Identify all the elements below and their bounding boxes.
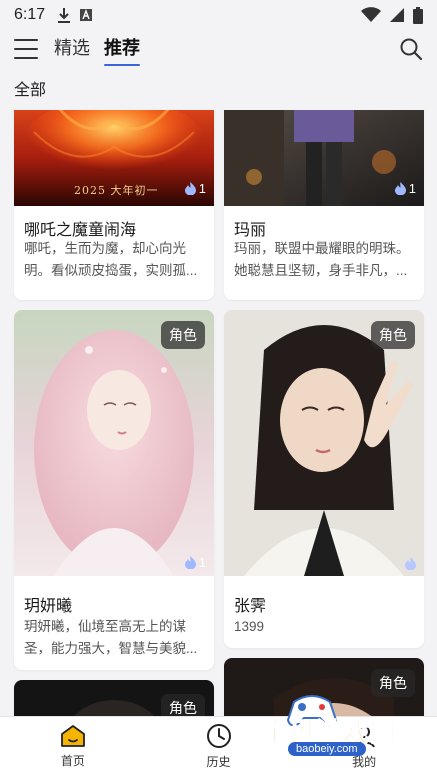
character-feed[interactable]: 2025 大年初一 1 哪吒之魔童闹海 哪吒，生而为魔，却心向光明。看似顽皮捣蛋… [0, 110, 437, 716]
nav-home[interactable]: 首页 [0, 717, 146, 776]
clock-icon [206, 724, 231, 748]
like-count: 1 [184, 555, 206, 570]
watermark-url: baobeiy.com [288, 742, 366, 756]
card-title: 玥妍曦 [24, 598, 73, 615]
character-card[interactable]: 1 玛丽 玛丽，联盟中最耀眼的明珠。她聪慧且坚韧，身手非凡，... [224, 110, 424, 300]
home-icon [60, 725, 85, 747]
card-title: 哪吒之魔童闹海 [24, 222, 137, 239]
role-badge: 角色 [161, 694, 205, 716]
character-card[interactable]: 角色 1 玥妍曦 玥妍曦，仙境至高无上的谋圣，能力强大，智慧与美貌... [14, 310, 214, 670]
card-title: 张霁 [234, 598, 267, 615]
status-bar: 6:17 [0, 0, 437, 30]
signal-icon [390, 8, 404, 22]
card-description: 1399 [234, 619, 265, 634]
role-badge: 角色 [371, 321, 415, 349]
flame-icon [405, 557, 416, 570]
flame-icon [184, 182, 196, 195]
card-title: 玛丽 [234, 222, 267, 239]
card-description: 哪吒，生而为魔，却心向光明。看似顽皮捣蛋，实则孤... [24, 241, 198, 278]
nav-history-label: 历史 [206, 755, 231, 769]
tab-recommended[interactable]: 推荐 [104, 34, 140, 66]
app-notification-icon [80, 9, 93, 21]
tab-bar: 精选 推荐 [54, 34, 140, 66]
battery-icon [413, 6, 423, 24]
status-time: 6:17 [14, 6, 46, 23]
flame-icon [394, 182, 406, 195]
tab-featured[interactable]: 精选 [54, 34, 90, 64]
like-count: 1 [184, 181, 206, 196]
top-nav: 精选 推荐 [0, 30, 437, 68]
card-description: 玛丽，联盟中最耀眼的明珠。她聪慧且坚韧，身手非凡，... [234, 241, 410, 278]
role-badge: 角色 [161, 321, 205, 349]
menu-button[interactable] [14, 39, 38, 59]
card-image [224, 310, 424, 576]
watermark: 宝贝游戏网 baobeiy.com [261, 692, 412, 762]
flame-icon [184, 556, 196, 569]
card-image [14, 310, 214, 576]
poster-text: 2025 大年初一 [74, 184, 159, 197]
card-description: 玥妍曦，仙境至高无上的谋圣，能力强大，智慧与美貌... [24, 619, 198, 656]
wifi-icon [361, 7, 381, 22]
character-card[interactable]: 2025 大年初一 1 哪吒之魔童闹海 哪吒，生而为魔，却心向光明。看似顽皮捣蛋… [14, 110, 214, 300]
download-icon [58, 8, 71, 23]
section-title: 全部 [14, 82, 47, 99]
character-card[interactable]: 角色 [14, 680, 214, 716]
nav-home-label: 首页 [60, 754, 85, 768]
search-icon[interactable] [399, 37, 423, 61]
like-count: 1 [394, 181, 416, 196]
character-card[interactable]: 角色 张霁 1399 [224, 310, 424, 648]
